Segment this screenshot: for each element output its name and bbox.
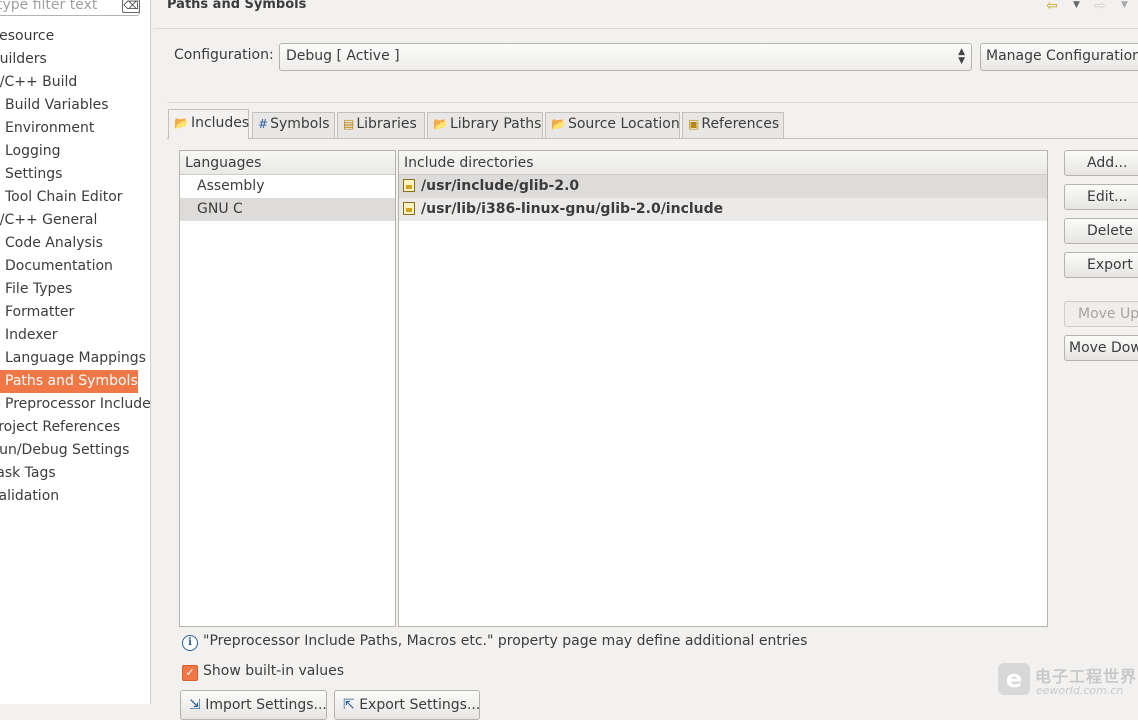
- tree-item-build-variables[interactable]: Build Variables: [5, 94, 109, 117]
- tab-source-location[interactable]: 📂 Source Location: [545, 112, 680, 138]
- forward-arrow-icon: ⇨: [1094, 0, 1106, 14]
- include-directory-row[interactable]: /usr/include/glib-2.0: [399, 175, 1047, 198]
- export-settings-button[interactable]: ⇱ Export Settings...: [334, 690, 480, 720]
- tab-libraries[interactable]: ▤ Libraries: [337, 112, 425, 138]
- property-tree-pane: ⌫ ResourceBuildersC/C++ BuildBuild Varia…: [0, 0, 151, 704]
- tree-item-c-c-general[interactable]: C/C++ General: [0, 209, 97, 232]
- tree-item-preprocessor-include-paths[interactable]: Preprocessor Include Paths: [5, 393, 150, 416]
- tree-item-c-c-build[interactable]: C/C++ Build: [0, 71, 77, 94]
- export-icon: ⇱: [343, 697, 360, 713]
- info-message: "Preprocessor Include Paths, Macros etc.…: [203, 633, 808, 649]
- watermark-url: eeworld.com.cn: [1036, 684, 1124, 697]
- forward-dropdown-icon: ▼: [1121, 0, 1128, 10]
- tab-label: Symbols: [270, 116, 330, 132]
- tab-symbols-icon: #: [258, 117, 269, 131]
- spinner-arrows-icon: ▲ ▼: [958, 47, 965, 66]
- include-directory-row[interactable]: /usr/lib/i386-linux-gnu/glib-2.0/include: [399, 198, 1047, 221]
- tab-label: Library Paths: [449, 116, 542, 132]
- back-dropdown-icon[interactable]: ▼: [1073, 0, 1080, 10]
- tab-includes[interactable]: 📂 Includes: [168, 109, 249, 139]
- import-icon: ⇲: [189, 697, 206, 713]
- move-down-button[interactable]: Move Down: [1064, 335, 1138, 361]
- tree-item-settings[interactable]: Settings: [5, 163, 62, 186]
- show-builtin-label[interactable]: Show built-in values: [203, 663, 344, 679]
- tree-item-language-mappings[interactable]: Language Mappings: [5, 347, 146, 370]
- title-separator: [153, 28, 1138, 29]
- filter-input[interactable]: [0, 0, 140, 16]
- tree-item-resource[interactable]: Resource: [0, 25, 54, 48]
- tab-underline: [167, 138, 1138, 139]
- tree-item-run-debug-settings[interactable]: Run/Debug Settings: [0, 439, 129, 462]
- tree-item-tool-chain-editor[interactable]: Tool Chain Editor: [5, 186, 123, 209]
- include-directories-list[interactable]: Include directories /usr/include/glib-2.…: [398, 150, 1048, 627]
- tab-label: Libraries: [356, 116, 417, 132]
- tab-label: References: [701, 116, 780, 132]
- configuration-select[interactable]: Debug [ Active ] ▲ ▼: [279, 43, 972, 71]
- tab-symbols[interactable]: # Symbols: [252, 112, 335, 138]
- watermark-logo: e: [998, 663, 1030, 695]
- configuration-value: Debug [ Active ]: [286, 48, 400, 64]
- tab-references[interactable]: ▣ References: [682, 112, 784, 138]
- include-folder-icon: [403, 202, 415, 215]
- tree-item-validation[interactable]: Validation: [0, 485, 59, 508]
- include-directory-path: /usr/include/glib-2.0: [421, 178, 580, 194]
- page-title: Paths and Symbols: [167, 0, 307, 12]
- delete-button[interactable]: Delete: [1064, 218, 1138, 244]
- tree-item-file-types[interactable]: File Types: [5, 278, 72, 301]
- tree-item-logging[interactable]: Logging: [5, 140, 61, 163]
- tree-item-documentation[interactable]: Documentation: [5, 255, 113, 278]
- languages-list[interactable]: Languages Assembly GNU C: [179, 150, 396, 627]
- include-directory-path: /usr/lib/i386-linux-gnu/glib-2.0/include: [421, 201, 724, 217]
- configuration-label: Configuration:: [174, 47, 274, 63]
- tree-item-paths-and-symbols[interactable]: Paths and Symbols: [0, 370, 138, 393]
- tab-includes-icon: 📂: [174, 116, 189, 130]
- tree-item-task-tags[interactable]: Task Tags: [0, 462, 56, 485]
- tree-item-project-references[interactable]: Project References: [0, 416, 120, 439]
- move-up-button[interactable]: Move Up: [1064, 301, 1138, 327]
- tab-library-paths[interactable]: 📂 Library Paths: [427, 112, 543, 138]
- clear-filter-icon[interactable]: ⌫: [122, 0, 140, 13]
- tree-item-builders[interactable]: Builders: [0, 48, 47, 71]
- back-arrow-icon[interactable]: ⇦: [1046, 0, 1058, 14]
- export-button[interactable]: Export: [1064, 252, 1138, 278]
- export-settings-label: Export Settings...: [359, 697, 480, 713]
- language-row[interactable]: Assembly: [180, 175, 395, 198]
- info-icon: i: [182, 635, 198, 651]
- edit-button[interactable]: Edit...: [1064, 184, 1138, 210]
- import-settings-button[interactable]: ⇲ Import Settings...: [180, 690, 327, 720]
- tree-item-formatter[interactable]: Formatter: [5, 301, 74, 324]
- tree-item-environment[interactable]: Environment: [5, 117, 94, 140]
- add-button[interactable]: Add...: [1064, 150, 1138, 176]
- show-builtin-checkbox[interactable]: ✓: [182, 665, 198, 681]
- tab-references-icon: ▣: [688, 117, 700, 131]
- language-row[interactable]: GNU C: [180, 198, 395, 221]
- include-directories-header[interactable]: Include directories: [399, 151, 1047, 175]
- tree-item-code-analysis[interactable]: Code Analysis: [5, 232, 103, 255]
- import-settings-label: Import Settings...: [205, 697, 327, 713]
- tab-source-location-icon: 📂: [551, 117, 566, 131]
- manage-configurations-button[interactable]: Manage Configurations...: [980, 43, 1138, 71]
- tab-label: Source Location: [567, 116, 680, 132]
- tree-item-indexer[interactable]: Indexer: [5, 324, 57, 347]
- include-folder-icon: [403, 179, 415, 192]
- tab-library-paths-icon: 📂: [433, 117, 448, 131]
- tab-libraries-icon: ▤: [343, 117, 355, 131]
- tab-label: Includes: [190, 115, 250, 131]
- languages-header[interactable]: Languages: [180, 151, 395, 175]
